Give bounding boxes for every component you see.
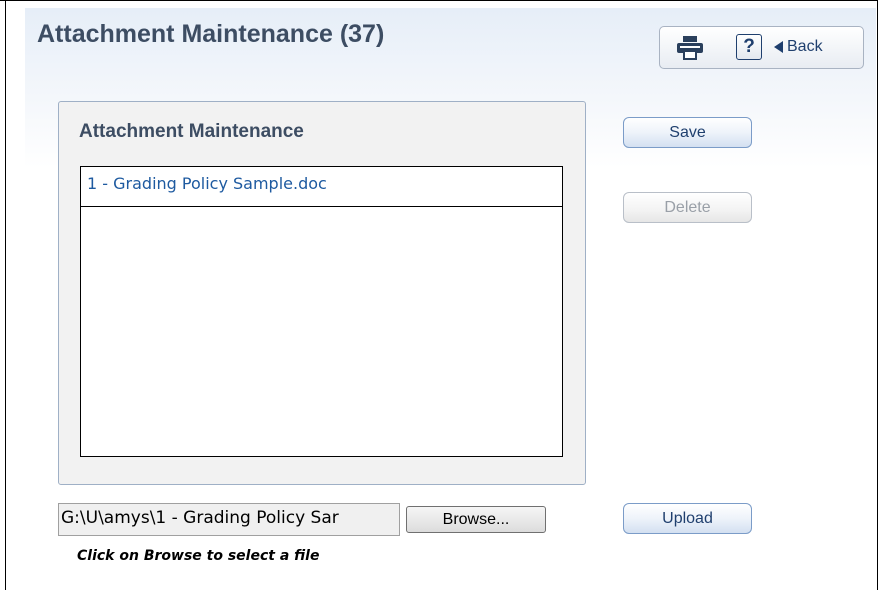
file-path-field[interactable]: G:\U\amys\1 - Grading Policy Sar <box>58 503 400 536</box>
save-button[interactable]: Save <box>623 117 752 148</box>
toolbar-group: ? Back <box>659 26 864 69</box>
attachment-list-item[interactable]: 1 - Grading Policy Sample.doc <box>81 167 562 207</box>
upload-button[interactable]: Upload <box>623 503 752 534</box>
printer-icon <box>677 36 703 60</box>
back-label: Back <box>787 38 823 55</box>
left-border-line <box>5 0 6 590</box>
browse-button[interactable]: Browse... <box>406 506 546 533</box>
back-button[interactable]: Back <box>774 35 823 59</box>
help-button[interactable]: ? <box>736 34 762 60</box>
attachment-group-title: Attachment Maintenance <box>79 121 304 142</box>
attachment-list[interactable]: 1 - Grading Policy Sample.doc <box>80 166 563 457</box>
print-button[interactable] <box>674 33 706 63</box>
page-title: Attachment Maintenance (37) <box>37 20 385 48</box>
delete-button[interactable]: Delete <box>623 192 752 223</box>
left-triangle-icon <box>774 41 783 53</box>
browse-hint: Click on Browse to select a file <box>77 548 320 564</box>
